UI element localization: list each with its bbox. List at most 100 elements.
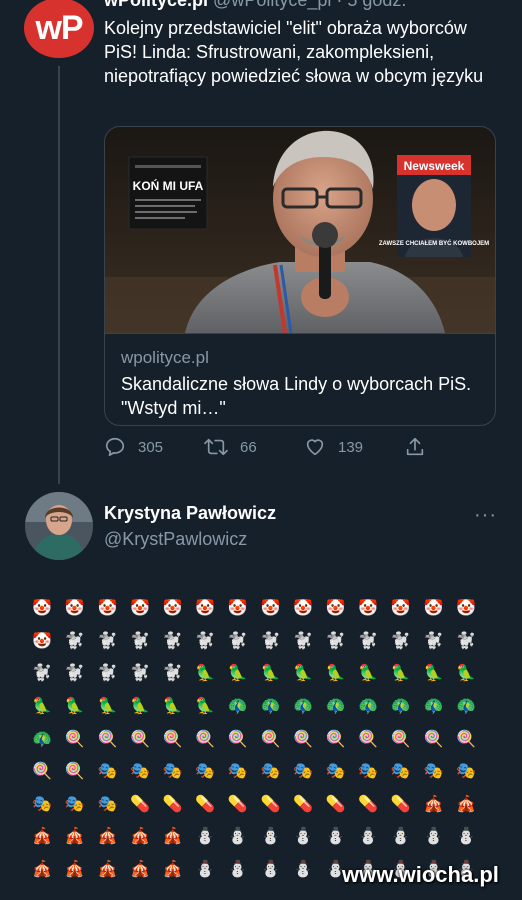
emoji-glyph: 🤡	[390, 600, 411, 618]
emoji-glyph: 💊	[260, 795, 281, 813]
emoji-glyph: 🤡	[325, 600, 346, 618]
emoji-glyph: 🍭	[130, 730, 151, 748]
emoji-glyph: 🍭	[423, 730, 444, 748]
avatar-pawlowicz[interactable]	[25, 492, 93, 560]
emoji-glyph: 🎭	[227, 763, 248, 781]
emoji-row: 🍭 🍭 🎭 🎭 🎭 🎭 🎭 🎭 🎭 🎭 🎭 🎭 🎭 🎭	[26, 755, 496, 788]
emoji-glyph: 🍭	[358, 730, 379, 748]
display-name[interactable]: wPolityce.pl	[104, 0, 208, 10]
emoji-glyph: 🐩	[162, 632, 183, 650]
emoji-glyph: 🦚	[227, 698, 248, 716]
link-card[interactable]: KOŃ MI UFA Newsweek ZAWSZE CHCIAŁEM BYĆ …	[104, 126, 496, 426]
emoji-glyph: ⛄	[423, 828, 444, 846]
emoji-glyph: 💊	[130, 795, 151, 813]
emoji-glyph: 🍭	[195, 730, 216, 748]
emoji-glyph: 🦚	[358, 698, 379, 716]
emoji-glyph: 🐩	[64, 632, 85, 650]
emoji-glyph: 🍭	[97, 730, 118, 748]
card-meta[interactable]: wpolityce.pl Skandaliczne słowa Lindy o …	[105, 333, 495, 425]
emoji-glyph: 🐩	[97, 665, 118, 683]
emoji-glyph: 🎪	[97, 828, 118, 846]
emoji-glyph: 🦜	[64, 698, 85, 716]
handle[interactable]: @KrystPawlowicz	[104, 529, 247, 550]
emoji-glyph: ⛄	[293, 861, 313, 879]
tweet-header: wPolityce.pl @wPolityce_pl · 5 godz.	[104, 0, 406, 11]
reply-button[interactable]: 305	[104, 436, 163, 458]
emoji-glyph: 🦚	[456, 698, 476, 716]
emoji-glyph: 🎪	[32, 828, 53, 846]
display-name[interactable]: Krystyna Pawłowicz	[104, 503, 276, 524]
emoji-glyph: 🤡	[260, 600, 281, 618]
emoji-glyph: 🤡	[64, 600, 85, 618]
emoji-row: 🦜 🦜 🦜 🦜 🦜 🦜 🦚 🦚 🦚 🦚 🦚 🦚 🦚 🦚	[26, 690, 496, 723]
emoji-glyph: 🎭	[325, 763, 346, 781]
emoji-glyph: 🤡	[293, 600, 313, 618]
emoji-row: 🤡 🐩 🐩 🐩 🐩 🐩 🐩 🐩 🐩 🐩 🐩 🐩 🐩 🐩	[26, 625, 496, 658]
book-cover-title: KOŃ MI UFA	[133, 178, 204, 193]
emoji-glyph: 🐩	[97, 632, 118, 650]
magazine-caption: ZAWSZE CHCIAŁEM BYĆ KOWBOJEM	[379, 239, 489, 247]
emoji-glyph: 🍭	[260, 730, 281, 748]
handle-time[interactable]: @wPolityce_pl · 5 godz.	[213, 0, 406, 10]
emoji-glyph: ⛄	[260, 828, 281, 846]
heart-icon	[306, 439, 324, 456]
more-options-button[interactable]: ···	[474, 504, 497, 527]
emoji-glyph: ⛄	[260, 861, 281, 879]
tweet-text: Kolejny przedstawiciel "elit" obraża wyb…	[104, 18, 484, 86]
emoji-glyph: 🎭	[423, 763, 444, 781]
share-button[interactable]	[404, 436, 438, 458]
emoji-glyph: ⛄	[195, 861, 216, 879]
emoji-glyph: 💊	[293, 795, 313, 813]
emoji-glyph: 🎭	[195, 763, 216, 781]
emoji-glyph: 🦚	[325, 698, 346, 716]
emoji-glyph: 🎭	[32, 795, 53, 813]
emoji-glyph: 🦜	[32, 698, 53, 716]
emoji-glyph: 💊	[358, 795, 379, 813]
emoji-glyph: 🎭	[64, 795, 85, 813]
emoji-glyph: 🤡	[195, 600, 216, 618]
card-image[interactable]: KOŃ MI UFA Newsweek ZAWSZE CHCIAŁEM BYĆ …	[105, 127, 495, 333]
emoji-glyph: 🐩	[358, 632, 379, 650]
tweet-actions: 305 66 139	[104, 436, 494, 464]
card-photo: KOŃ MI UFA Newsweek ZAWSZE CHCIAŁEM BYĆ …	[105, 127, 495, 333]
like-button[interactable]: 139	[304, 436, 363, 458]
card-domain: wpolityce.pl	[121, 348, 209, 367]
emoji-glyph: 🍭	[456, 730, 476, 748]
emoji-glyph: 🐩	[390, 632, 411, 650]
avatar-wpolityce[interactable]: wP	[24, 0, 94, 58]
watermark: www.wiocha.pl	[342, 862, 499, 887]
emoji-glyph: 🎪	[64, 828, 85, 846]
emoji-glyph: 🦚	[423, 698, 444, 716]
emoji-glyph: 🐩	[130, 665, 151, 683]
emoji-glyph: 💊	[227, 795, 248, 813]
emoji-glyph: ⛄	[293, 828, 313, 846]
emoji-glyph: 🦚	[260, 698, 281, 716]
emoji-glyph: 🦜	[195, 665, 216, 683]
emoji-glyph: 🎪	[423, 795, 444, 813]
retweet-button[interactable]: 66	[204, 436, 257, 458]
emoji-glyph: 🐩	[162, 665, 183, 683]
emoji-glyph: 💊	[325, 795, 346, 813]
emoji-row: 🎭 🎭 🎭 💊 💊 💊 💊 💊 💊 💊 💊 💊 🎪 🎪	[26, 788, 496, 821]
emoji-glyph: 🦜	[195, 698, 216, 716]
emoji-glyph: 🎪	[130, 861, 151, 879]
emoji-glyph: 🎭	[97, 795, 118, 813]
emoji-glyph: 🐩	[227, 632, 248, 650]
emoji-glyph: 🐩	[456, 632, 476, 650]
emoji-glyph: 💊	[390, 795, 411, 813]
emoji-row: 🎪 🎪 🎪 🎪 🎪 ⛄ ⛄ ⛄ ⛄ ⛄ ⛄ ⛄ ⛄ ⛄	[26, 820, 496, 853]
emoji-glyph: 🎪	[456, 795, 476, 813]
emoji-glyph: ⛄	[456, 828, 476, 846]
emoji-glyph: 🍭	[64, 730, 85, 748]
emoji-glyph: 🦜	[227, 665, 248, 683]
avatar-logo-text: wP	[35, 8, 83, 47]
retweet-icon	[204, 438, 228, 456]
emoji-glyph: 🦜	[97, 698, 118, 716]
emoji-row: 🦚 🍭 🍭 🍭 🍭 🍭 🍭 🍭 🍭 🍭 🍭 🍭 🍭 🍭	[26, 722, 496, 755]
reply-icon	[105, 437, 125, 457]
emoji-glyph: ⛄	[325, 828, 346, 846]
emoji-glyph: 🎭	[456, 763, 476, 781]
emoji-glyph: 🐩	[195, 632, 216, 650]
emoji-row: 🤡 🤡 🤡 🤡 🤡 🤡 🤡 🤡 🤡 🤡 🤡 🤡 🤡 🤡	[26, 592, 496, 625]
reply-count: 305	[138, 438, 164, 456]
